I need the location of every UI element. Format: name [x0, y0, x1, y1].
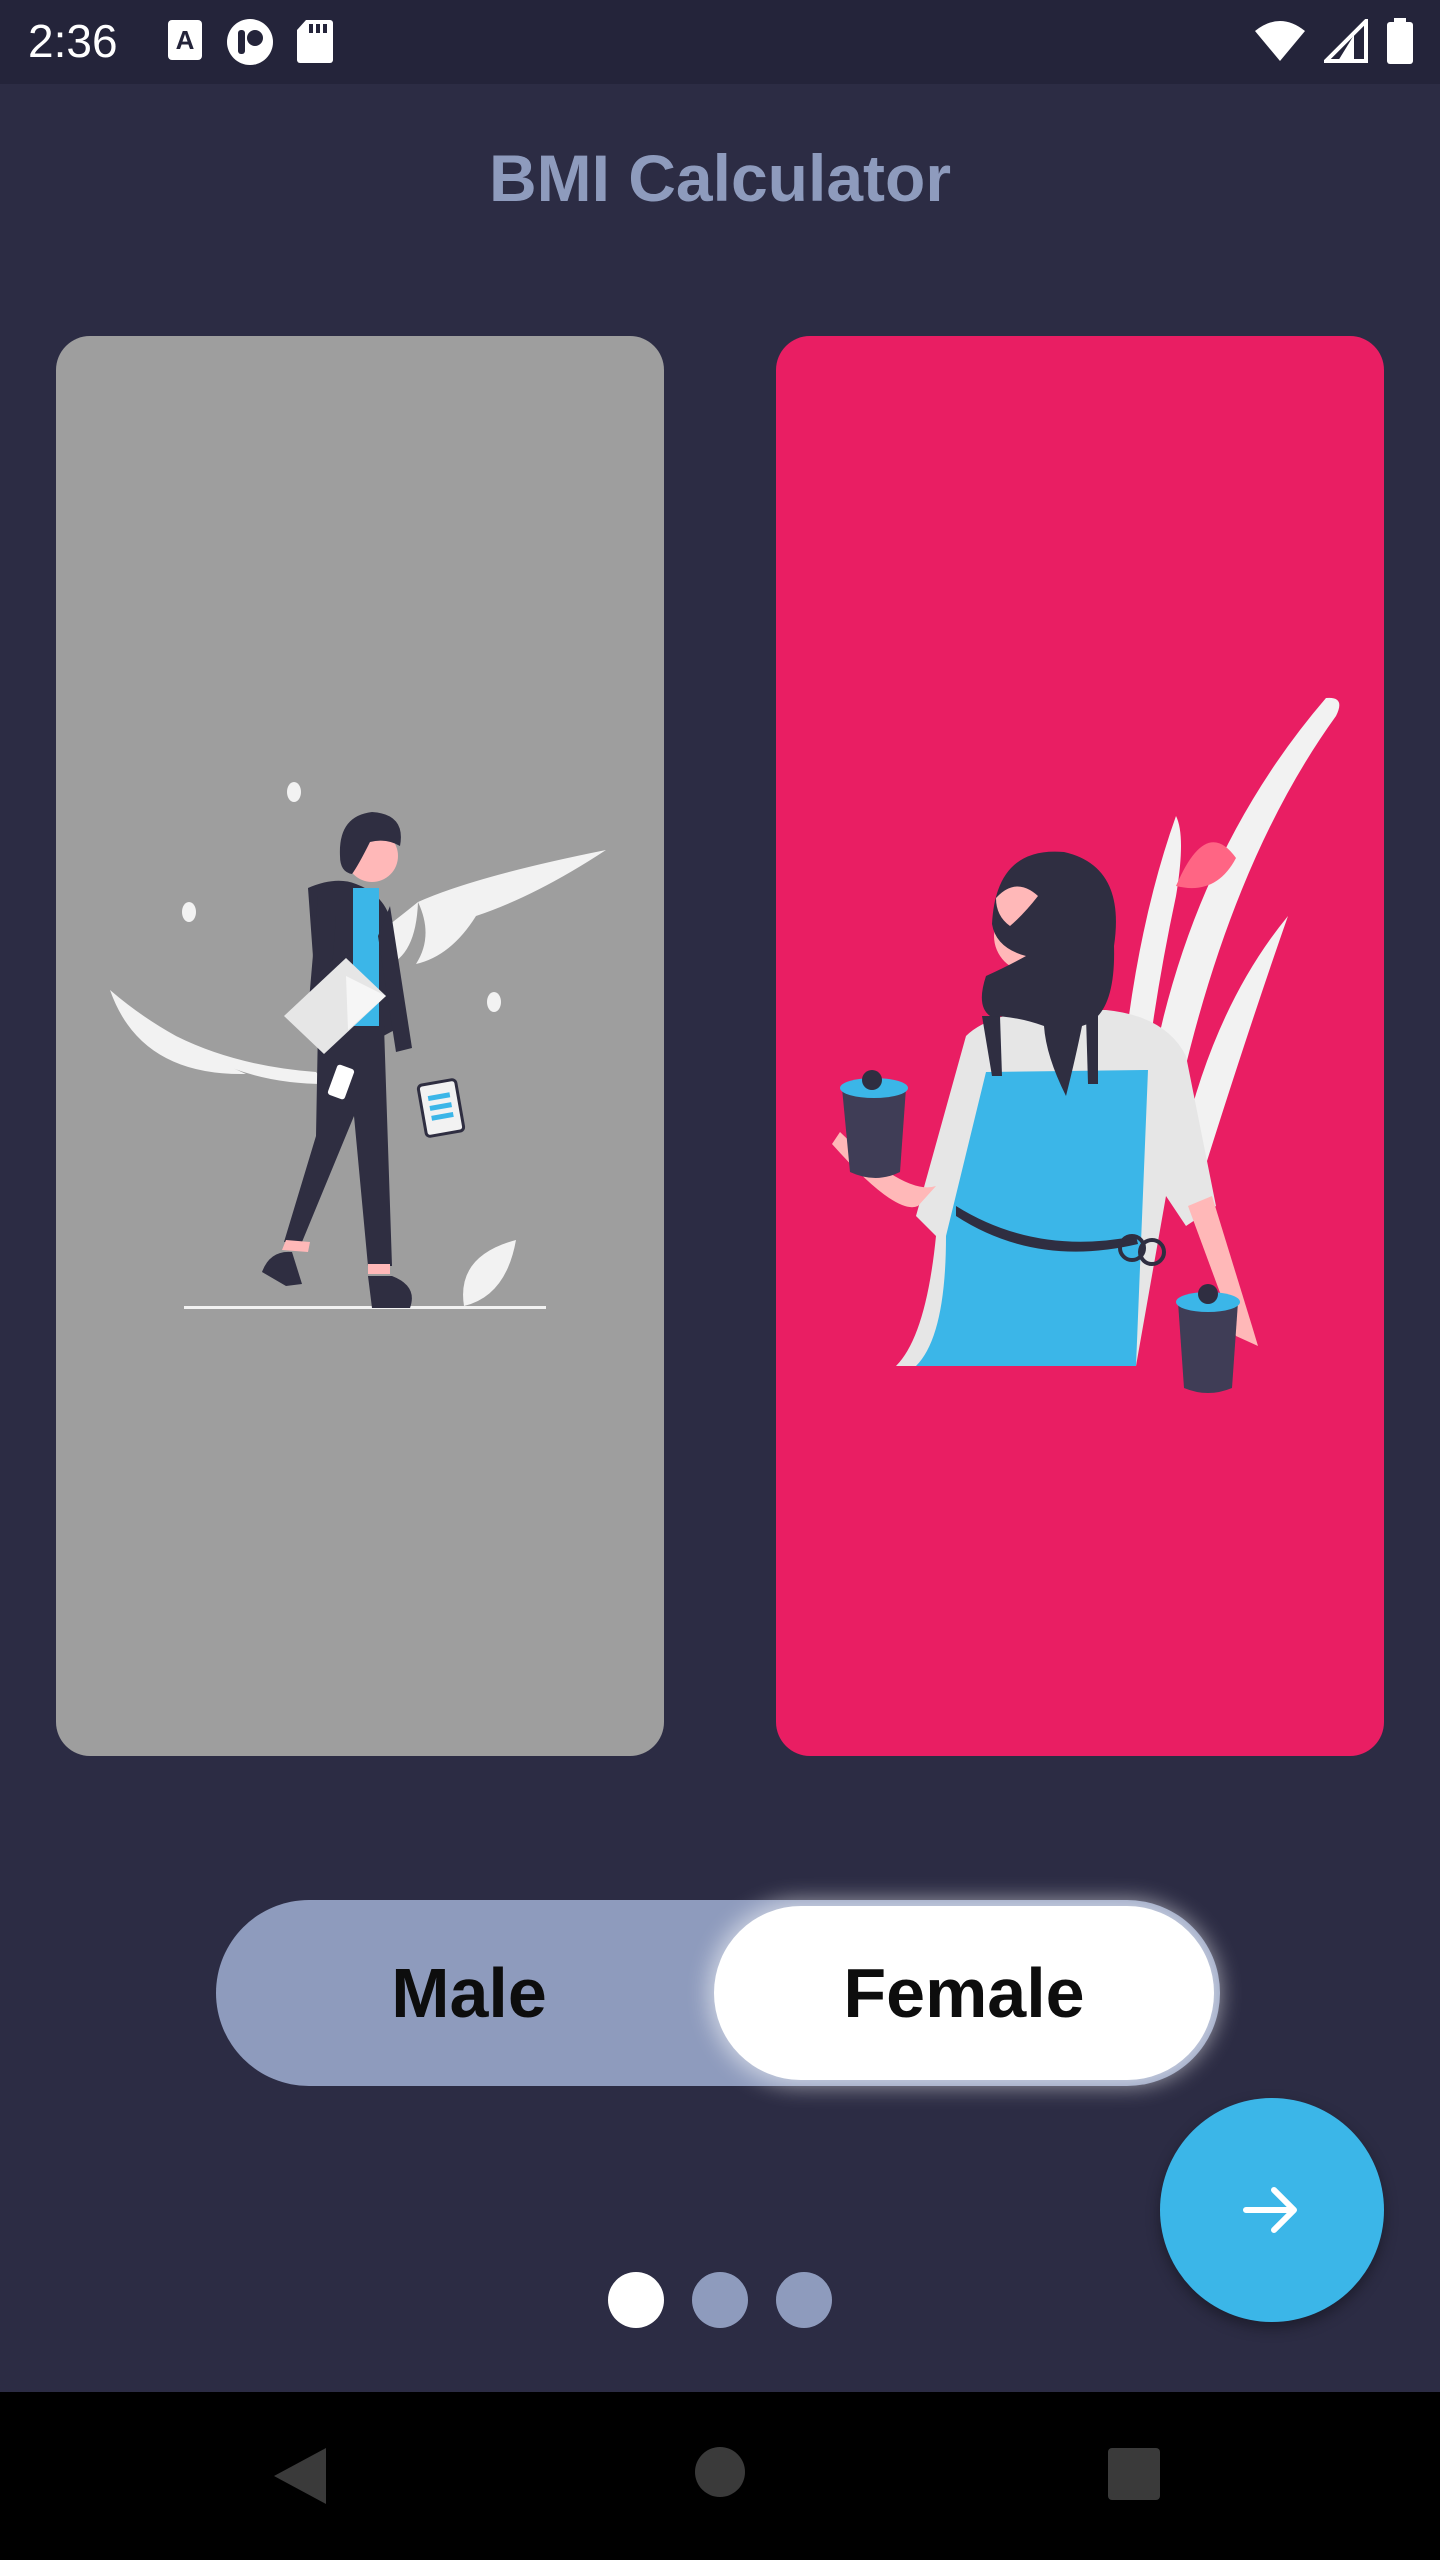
female-option[interactable]: Female	[714, 1906, 1214, 2080]
man-walking-illustration	[110, 782, 606, 1309]
page-indicator	[0, 2272, 1440, 2328]
status-bar: 2:36 A	[0, 0, 1440, 84]
gender-toggle[interactable]: Male Female	[216, 1900, 1220, 2086]
navigation-bar	[0, 2392, 1440, 2560]
wifi-icon	[1255, 21, 1305, 61]
app-notification-icon	[227, 19, 273, 65]
a-keyboard-icon: A	[168, 20, 202, 60]
battery-icon	[1387, 18, 1413, 64]
recents-icon[interactable]	[1108, 2448, 1160, 2500]
sd-card-icon	[297, 20, 333, 63]
home-icon[interactable]	[694, 2446, 746, 2498]
arrow-right-icon	[1243, 2187, 1297, 2233]
svg-text:A: A	[176, 25, 195, 55]
status-time: 2:36	[28, 15, 118, 67]
app-title: BMI Calculator	[488, 141, 952, 215]
page-dot-2[interactable]	[692, 2272, 748, 2328]
status-right-icons	[1254, 18, 1414, 64]
male-option[interactable]: Male	[222, 1906, 716, 2080]
page-dot-3[interactable]	[776, 2272, 832, 2328]
page-dot-1[interactable]	[608, 2272, 664, 2328]
back-icon[interactable]	[270, 2444, 330, 2508]
status-left-icons: A	[166, 18, 334, 66]
woman-barista-illustration	[832, 697, 1340, 1393]
cellular-signal-icon	[1324, 19, 1368, 63]
female-gender-card[interactable]	[776, 336, 1384, 1756]
male-gender-card[interactable]	[56, 336, 664, 1756]
